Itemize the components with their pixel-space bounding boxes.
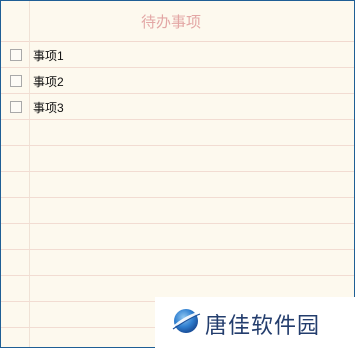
ruled-line [1,223,354,224]
page-title: 待办事项 [140,14,201,31]
watermark: 唐佳软件园 [155,297,355,348]
item-checkbox[interactable] [10,101,22,113]
title-bar: 待办事项 [1,1,354,42]
ruled-line [1,197,354,198]
ruled-line [1,171,354,172]
ruled-line [1,249,354,250]
item-checkbox[interactable] [10,75,22,87]
item-label[interactable]: 事项2 [33,73,64,90]
ruled-line [1,275,354,276]
watermark-text: 唐佳软件园 [205,314,321,339]
list-item[interactable]: 事项1 [1,43,354,69]
item-checkbox[interactable] [10,49,22,61]
todo-window: 待办事项 事项1 事项2 事项3 [0,0,355,348]
item-label[interactable]: 事项3 [33,99,64,116]
planet-logo-icon [172,309,201,333]
ruled-line [1,145,354,146]
list-item[interactable]: 事项2 [1,69,354,95]
item-label[interactable]: 事项1 [33,47,64,64]
list-item[interactable]: 事项3 [1,95,354,121]
